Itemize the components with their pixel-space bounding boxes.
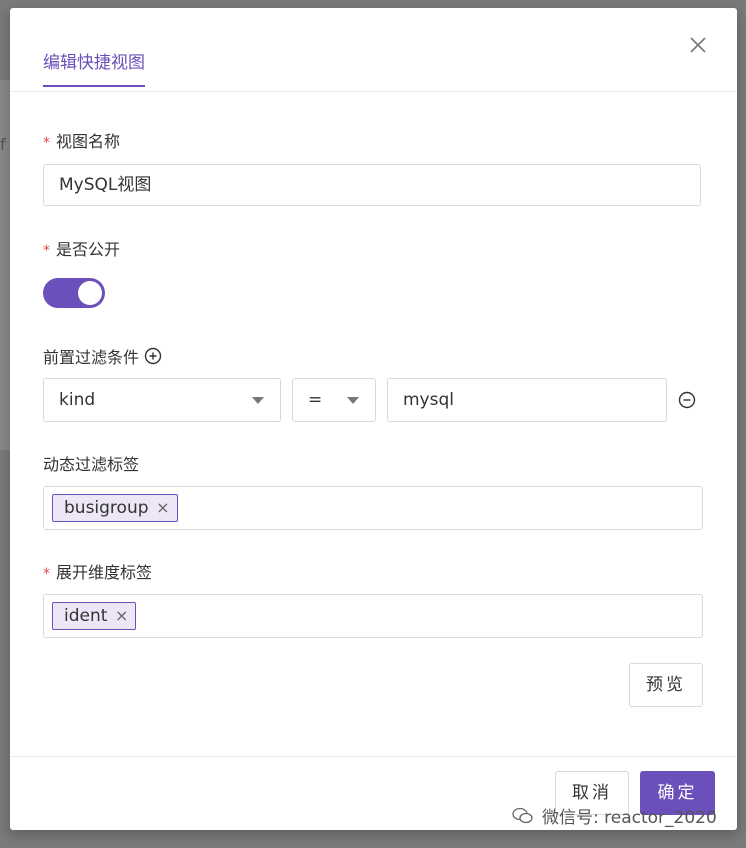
watermark: 微信号: reactor_2020 bbox=[512, 803, 717, 828]
caret-down-icon bbox=[347, 397, 359, 404]
required-asterisk: * bbox=[43, 135, 50, 151]
filter-operator-select[interactable]: = bbox=[292, 378, 376, 422]
caret-down-icon bbox=[252, 397, 264, 404]
toggle-knob bbox=[78, 281, 102, 305]
modal-title: 编辑快捷视图 bbox=[43, 48, 145, 87]
close-icon[interactable] bbox=[689, 36, 707, 54]
view-name-input[interactable]: MySQL视图 bbox=[43, 164, 701, 206]
backdrop-glyph: f bbox=[0, 135, 6, 154]
wechat-icon bbox=[512, 807, 533, 823]
tag-remove-icon[interactable]: × bbox=[156, 495, 169, 521]
required-asterisk: * bbox=[43, 243, 50, 259]
tag-ident: ident × bbox=[52, 602, 137, 630]
expand-tags-label: * 展开维度标签 bbox=[43, 563, 153, 582]
required-asterisk: * bbox=[43, 566, 50, 582]
dynamic-tags-label: 动态过滤标签 bbox=[43, 455, 140, 474]
filter-key-select[interactable]: kind bbox=[43, 378, 281, 422]
tag-remove-icon[interactable]: × bbox=[115, 603, 128, 629]
footer-divider bbox=[10, 756, 737, 757]
dynamic-tags-select[interactable]: busigroup × bbox=[43, 486, 703, 530]
expand-tags-select[interactable]: ident × bbox=[43, 594, 703, 638]
modal-header: 编辑快捷视图 bbox=[10, 8, 737, 92]
tag-busigroup: busigroup × bbox=[52, 494, 178, 522]
is-public-label: * 是否公开 bbox=[43, 240, 121, 259]
filter-value-input[interactable]: mysql bbox=[387, 378, 667, 422]
edit-quick-view-modal: 编辑快捷视图 * 视图名称 MySQL视图 * 是否公开 前置过滤条件 kind =… bbox=[10, 8, 737, 830]
pre-filter-label: 前置过滤条件 bbox=[43, 344, 162, 368]
plus-circle-icon[interactable] bbox=[144, 347, 162, 365]
view-name-label: * 视图名称 bbox=[43, 132, 121, 151]
minus-circle-icon[interactable] bbox=[678, 391, 696, 409]
is-public-toggle[interactable] bbox=[43, 278, 105, 308]
preview-button[interactable]: 预览 bbox=[629, 663, 703, 707]
